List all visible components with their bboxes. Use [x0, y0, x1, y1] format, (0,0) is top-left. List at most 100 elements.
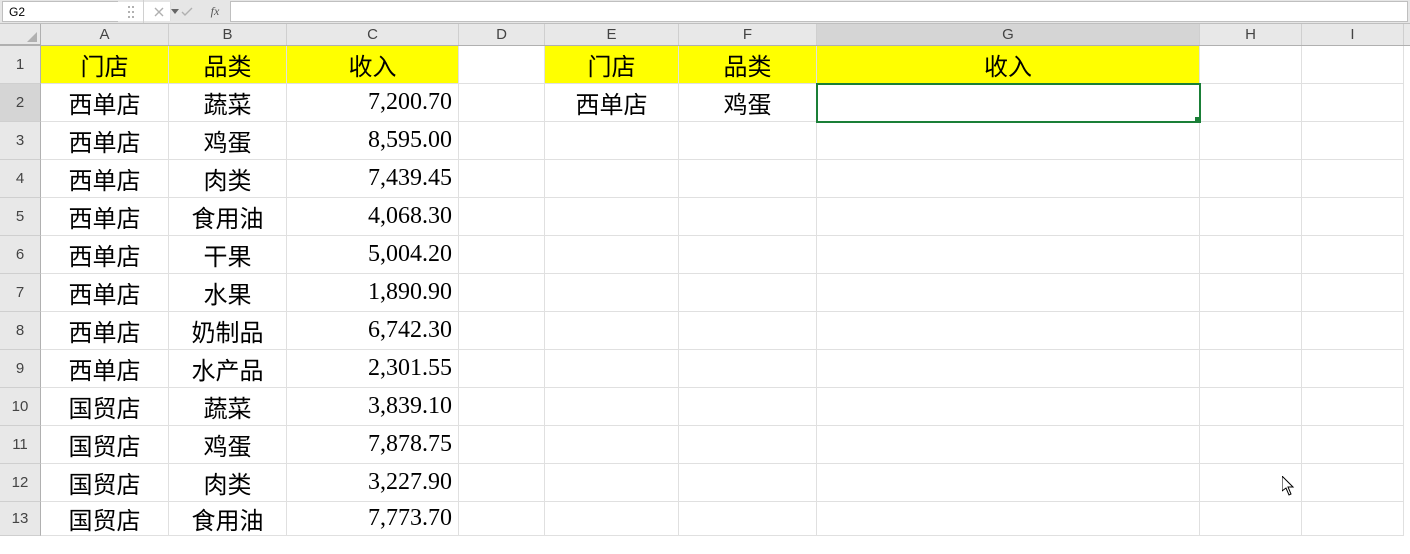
column-header-D[interactable]: D — [459, 24, 545, 45]
cell-F1[interactable]: 品类 — [679, 46, 817, 84]
cell-F13[interactable] — [679, 502, 817, 536]
cell-I13[interactable] — [1302, 502, 1404, 536]
cell-B5[interactable]: 食用油 — [169, 198, 287, 236]
cell-B4[interactable]: 肉类 — [169, 160, 287, 198]
cell-I10[interactable] — [1302, 388, 1404, 426]
cell-H4[interactable] — [1200, 160, 1302, 198]
cell-B6[interactable]: 干果 — [169, 236, 287, 274]
cell-D9[interactable] — [459, 350, 545, 388]
cell-C1[interactable]: 收入 — [287, 46, 459, 84]
cell-E13[interactable] — [545, 502, 679, 536]
cell-H2[interactable] — [1200, 84, 1302, 122]
row-header-4[interactable]: 4 — [0, 160, 41, 198]
cell-H11[interactable] — [1200, 426, 1302, 464]
cell-E11[interactable] — [545, 426, 679, 464]
column-header-E[interactable]: E — [545, 24, 679, 45]
cell-F5[interactable] — [679, 198, 817, 236]
cell-A3[interactable]: 西单店 — [41, 122, 169, 160]
cell-I6[interactable] — [1302, 236, 1404, 274]
cell-F12[interactable] — [679, 464, 817, 502]
cell-A1[interactable]: 门店 — [41, 46, 169, 84]
cell-B9[interactable]: 水产品 — [169, 350, 287, 388]
row-header-8[interactable]: 8 — [0, 312, 41, 350]
cell-A8[interactable]: 西单店 — [41, 312, 169, 350]
cell-E2[interactable]: 西单店 — [545, 84, 679, 122]
cell-B12[interactable]: 肉类 — [169, 464, 287, 502]
cell-G7[interactable] — [817, 274, 1200, 312]
cell-E1[interactable]: 门店 — [545, 46, 679, 84]
cell-H10[interactable] — [1200, 388, 1302, 426]
cell-C6[interactable]: 5,004.20 — [287, 236, 459, 274]
cell-H9[interactable] — [1200, 350, 1302, 388]
cell-A4[interactable]: 西单店 — [41, 160, 169, 198]
cell-B2[interactable]: 蔬菜 — [169, 84, 287, 122]
cell-D5[interactable] — [459, 198, 545, 236]
cell-C2[interactable]: 7,200.70 — [287, 84, 459, 122]
cell-C9[interactable]: 2,301.55 — [287, 350, 459, 388]
row-header-10[interactable]: 10 — [0, 388, 41, 426]
cell-D12[interactable] — [459, 464, 545, 502]
cell-G11[interactable] — [817, 426, 1200, 464]
cell-E8[interactable] — [545, 312, 679, 350]
cell-B8[interactable]: 奶制品 — [169, 312, 287, 350]
cell-I11[interactable] — [1302, 426, 1404, 464]
cell-G4[interactable] — [817, 160, 1200, 198]
cell-E10[interactable] — [545, 388, 679, 426]
cell-F6[interactable] — [679, 236, 817, 274]
column-header-I[interactable]: I — [1302, 24, 1404, 45]
cell-C5[interactable]: 4,068.30 — [287, 198, 459, 236]
cell-E12[interactable] — [545, 464, 679, 502]
cell-I9[interactable] — [1302, 350, 1404, 388]
row-header-3[interactable]: 3 — [0, 122, 41, 160]
cell-F7[interactable] — [679, 274, 817, 312]
cell-H8[interactable] — [1200, 312, 1302, 350]
cell-F11[interactable] — [679, 426, 817, 464]
cell-D1[interactable] — [459, 46, 545, 84]
cell-B10[interactable]: 蔬菜 — [169, 388, 287, 426]
cell-I2[interactable] — [1302, 84, 1404, 122]
cell-D6[interactable] — [459, 236, 545, 274]
cell-A10[interactable]: 国贸店 — [41, 388, 169, 426]
cell-G6[interactable] — [817, 236, 1200, 274]
row-header-12[interactable]: 12 — [0, 464, 41, 502]
formula-bar-input[interactable] — [230, 1, 1408, 22]
select-all-corner[interactable] — [0, 24, 41, 45]
cell-I7[interactable] — [1302, 274, 1404, 312]
cell-G10[interactable] — [817, 388, 1200, 426]
cell-F2[interactable]: 鸡蛋 — [679, 84, 817, 122]
cell-A2[interactable]: 西单店 — [41, 84, 169, 122]
fx-button[interactable]: fx — [208, 5, 222, 19]
cell-I12[interactable] — [1302, 464, 1404, 502]
cell-F3[interactable] — [679, 122, 817, 160]
row-header-6[interactable]: 6 — [0, 236, 41, 274]
cell-E3[interactable] — [545, 122, 679, 160]
row-header-9[interactable]: 9 — [0, 350, 41, 388]
cell-I1[interactable] — [1302, 46, 1404, 84]
row-header-7[interactable]: 7 — [0, 274, 41, 312]
cell-A6[interactable]: 西单店 — [41, 236, 169, 274]
row-header-2[interactable]: 2 — [0, 84, 41, 122]
cell-C13[interactable]: 7,773.70 — [287, 502, 459, 536]
cell-B13[interactable]: 食用油 — [169, 502, 287, 536]
cell-C10[interactable]: 3,839.10 — [287, 388, 459, 426]
cell-C4[interactable]: 7,439.45 — [287, 160, 459, 198]
cell-H3[interactable] — [1200, 122, 1302, 160]
cell-B1[interactable]: 品类 — [169, 46, 287, 84]
cell-G12[interactable] — [817, 464, 1200, 502]
cell-A11[interactable]: 国贸店 — [41, 426, 169, 464]
column-header-G[interactable]: G — [817, 24, 1200, 45]
cell-C7[interactable]: 1,890.90 — [287, 274, 459, 312]
cell-A7[interactable]: 西单店 — [41, 274, 169, 312]
cell-A5[interactable]: 西单店 — [41, 198, 169, 236]
cell-C8[interactable]: 6,742.30 — [287, 312, 459, 350]
cell-G8[interactable] — [817, 312, 1200, 350]
cell-G2[interactable] — [817, 84, 1200, 122]
cell-E4[interactable] — [545, 160, 679, 198]
column-header-H[interactable]: H — [1200, 24, 1302, 45]
row-header-5[interactable]: 5 — [0, 198, 41, 236]
cell-G3[interactable] — [817, 122, 1200, 160]
cell-A12[interactable]: 国贸店 — [41, 464, 169, 502]
accept-button[interactable] — [180, 5, 194, 19]
name-box-expand[interactable] — [118, 0, 144, 23]
cell-G1[interactable]: 收入 — [817, 46, 1200, 84]
